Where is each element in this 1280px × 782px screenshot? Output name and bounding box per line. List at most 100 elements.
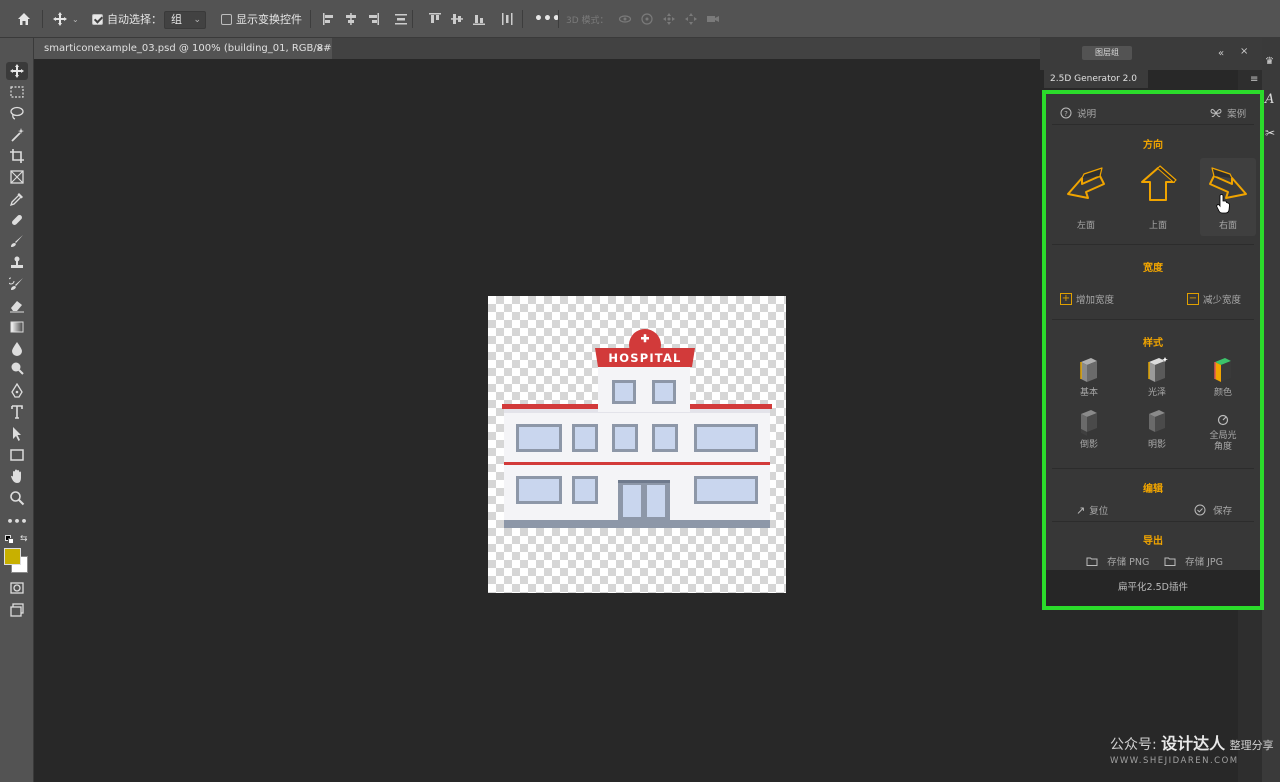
rectangle-tool-icon[interactable] — [6, 446, 28, 464]
redo-arrow-icon: ↗ — [1076, 504, 1086, 517]
tools-panel-icon[interactable]: ✂ — [1265, 126, 1275, 140]
close-tab-icon[interactable]: × — [316, 38, 324, 59]
dodge-tool-icon[interactable] — [6, 360, 28, 378]
increase-width-label: 增加宽度 — [1076, 295, 1115, 306]
decrease-width-button[interactable]: − 减少宽度 — [1187, 288, 1241, 307]
3d-camera-icon[interactable] — [702, 12, 724, 26]
3d-orbit-icon[interactable] — [614, 12, 636, 26]
plugin-footer: 扁平化2.5D插件 — [1046, 570, 1260, 606]
plugin-panel-tab[interactable]: 2.5D Generator 2.0 — [1044, 70, 1148, 88]
watermark-suffix: 整理分享 — [1229, 739, 1274, 752]
3d-mode-label: 3D 模式： — [566, 15, 609, 26]
lasso-tool-icon[interactable] — [6, 104, 28, 122]
brush-tool-icon[interactable] — [6, 232, 28, 250]
style-color-button[interactable]: 颜色 — [1198, 356, 1248, 399]
style-reflection-label: 倒影 — [1079, 440, 1098, 450]
home-icon[interactable] — [16, 0, 32, 38]
panel-menu-icon[interactable]: ≡ — [1250, 74, 1258, 85]
type-tool-icon[interactable] — [6, 403, 28, 421]
healing-brush-tool-icon[interactable] — [6, 211, 28, 229]
save-jpg-button[interactable]: 存储 JPG — [1164, 550, 1223, 569]
direction-left-label: 左面 — [1076, 221, 1095, 231]
document-tab[interactable]: smarticonexample_03.psd @ 100% (building… — [34, 38, 332, 59]
swap-colors-icon[interactable]: ⇆ — [20, 534, 28, 544]
collapsed-panel-tab[interactable]: 图层组 — [1082, 46, 1132, 60]
right-icon-strip: ♛ A ✂ — [1262, 38, 1280, 782]
hand-cursor-icon — [1216, 194, 1230, 214]
marquee-tool-icon[interactable] — [6, 83, 28, 101]
document-canvas[interactable]: HOSPITAL — [488, 296, 786, 593]
frame-tool-icon[interactable] — [6, 168, 28, 186]
direction-left-button[interactable]: 左面 — [1058, 158, 1114, 236]
global-light-icon — [1217, 414, 1229, 426]
align-vcenter-icon[interactable] — [446, 12, 468, 26]
crop-tool-icon[interactable] — [6, 147, 28, 165]
style-shadow-button[interactable]: 明影 — [1132, 408, 1182, 451]
3d-pan-icon[interactable] — [658, 12, 680, 26]
distribute-icon[interactable] — [390, 12, 412, 26]
folder-icon — [1086, 557, 1098, 566]
3d-slide-icon[interactable] — [680, 12, 702, 26]
direction-up-button[interactable]: 上面 — [1130, 158, 1186, 236]
reset-button[interactable]: ↗ 复位 — [1076, 499, 1108, 518]
hand-tool-icon[interactable] — [6, 467, 28, 485]
svg-text:?: ? — [1064, 109, 1068, 117]
align-left-icon[interactable] — [318, 12, 340, 26]
move-tool-icon[interactable]: ⌄ — [52, 0, 79, 38]
align-hcenter-icon[interactable] — [340, 12, 362, 26]
style-gloss-button[interactable]: 光泽 — [1132, 356, 1182, 399]
foreground-color-swatch[interactable] — [4, 548, 21, 565]
align-right-icon[interactable] — [362, 12, 384, 26]
increase-width-button[interactable]: + 增加宽度 — [1060, 288, 1114, 307]
style-reflection-button[interactable]: 倒影 — [1064, 408, 1114, 451]
show-transform-checkbox[interactable]: 显示变换控件 — [221, 0, 302, 38]
screen-mode-icon[interactable] — [6, 601, 28, 619]
history-brush-tool-icon[interactable] — [6, 275, 28, 293]
chevron-down-icon[interactable]: ⌄ — [72, 15, 79, 24]
collapse-panels-icon[interactable]: « — [1218, 48, 1224, 59]
more-tools-icon[interactable]: ••• — [6, 512, 28, 530]
plugin-footer-label: 扁平化2.5D插件 — [1118, 582, 1188, 593]
align-top-icon[interactable] — [424, 12, 446, 26]
plugin-panel-2.5d-generator: ? 说明 案例 方向 左面 上面 右面 宽度 + 增加宽度 − 减少宽度 样式 … — [1042, 90, 1264, 610]
close-panel-icon[interactable]: × — [1240, 46, 1248, 57]
auto-select-checkbox[interactable]: 自动选择： — [92, 0, 162, 38]
eraser-tool-icon[interactable] — [6, 296, 28, 314]
panel-header-strip: 图层组 « × — [1040, 38, 1262, 70]
auto-select-mode-dropdown[interactable]: 组 ⌄ — [164, 11, 206, 29]
reset-label: 复位 — [1089, 506, 1109, 517]
help-label: 说明 — [1077, 109, 1097, 120]
magic-wand-tool-icon[interactable] — [6, 126, 28, 144]
more-options-icon[interactable]: ••• — [534, 0, 561, 38]
3d-roll-icon[interactable] — [636, 12, 658, 26]
save-png-button[interactable]: 存储 PNG — [1086, 550, 1149, 569]
cube-shadow-icon — [1149, 410, 1165, 432]
watermark-prefix: 公众号: — [1110, 737, 1157, 753]
eyedropper-tool-icon[interactable] — [6, 190, 28, 208]
decrease-width-label: 减少宽度 — [1203, 295, 1242, 306]
global-light-angle-button[interactable]: 全局光 角度 — [1198, 412, 1248, 453]
quick-mask-icon[interactable] — [6, 579, 28, 597]
zoom-tool-icon[interactable] — [6, 489, 28, 507]
align-bottom-icon[interactable] — [468, 12, 490, 26]
style-basic-button[interactable]: 基本 — [1064, 356, 1114, 399]
style-color-label: 颜色 — [1213, 388, 1232, 398]
cases-button[interactable]: 案例 — [1210, 102, 1246, 121]
show-transform-label: 显示变换控件 — [236, 13, 302, 26]
export-section-title: 导出 — [1143, 536, 1163, 547]
move-tool-icon[interactable] — [6, 62, 28, 80]
default-colors-icon[interactable]: ⇆ — [5, 534, 29, 545]
path-selection-tool-icon[interactable] — [6, 425, 28, 443]
gradient-tool-icon[interactable] — [6, 318, 28, 336]
clone-stamp-tool-icon[interactable] — [6, 254, 28, 272]
character-panel-icon[interactable]: A — [1265, 92, 1274, 107]
pen-tool-icon[interactable] — [6, 382, 28, 400]
help-button[interactable]: ? 说明 — [1060, 102, 1096, 121]
arrow-left-iso-icon — [1067, 167, 1105, 199]
crown-icon[interactable]: ♛ — [1265, 56, 1277, 67]
blur-tool-icon[interactable] — [6, 339, 28, 357]
width-section-title: 宽度 — [1143, 263, 1163, 274]
cube-reflection-icon — [1081, 410, 1097, 436]
distribute-vertical-icon[interactable] — [496, 12, 518, 26]
save-button[interactable]: 保存 — [1194, 499, 1232, 518]
